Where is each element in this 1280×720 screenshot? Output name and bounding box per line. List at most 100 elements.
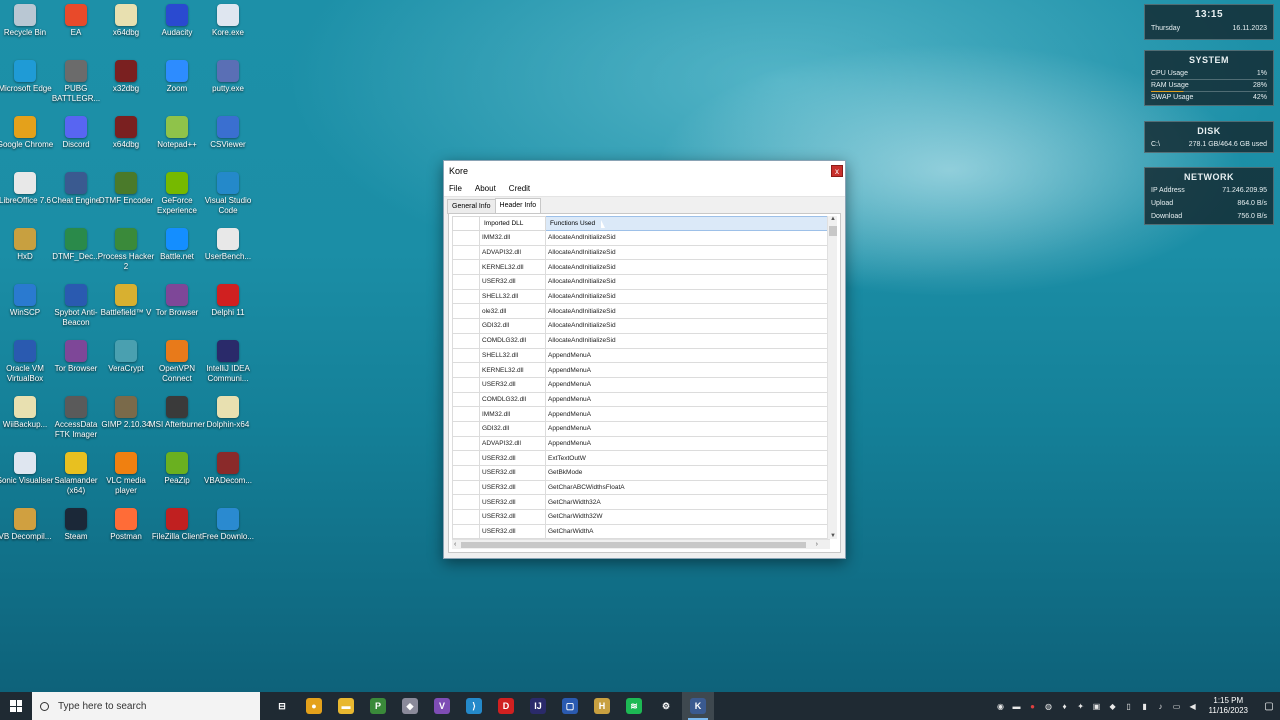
- vertical-scrollbar[interactable]: ▲ ▼: [827, 216, 837, 539]
- battery-tray-icon[interactable]: ▯: [1123, 702, 1135, 711]
- discord-tray-icon[interactable]: ◉: [995, 702, 1007, 711]
- desktop-icon[interactable]: UserBench...: [203, 228, 253, 282]
- taskbar-app[interactable]: H: [586, 692, 618, 720]
- table-row[interactable]: SHELL32.dll AllocateAndInitializeSid: [452, 288, 830, 305]
- desktop-icon[interactable]: VLC media player: [101, 452, 151, 506]
- cell-function-used[interactable]: AppendMenuA: [545, 376, 830, 393]
- taskbar-app[interactable]: ⊟: [266, 692, 298, 720]
- row-header[interactable]: [452, 288, 480, 305]
- desktop-icon[interactable]: HxD: [0, 228, 50, 282]
- table-row[interactable]: USER32.dll GetCharWidth32A: [452, 494, 830, 511]
- red-tray-icon[interactable]: ●: [1027, 702, 1039, 711]
- row-header[interactable]: [452, 303, 480, 320]
- taskbar-app[interactable]: ●: [298, 692, 330, 720]
- table-row[interactable]: USER32.dll ExtTextOutW: [452, 450, 830, 466]
- desktop-icon[interactable]: Battle.net: [152, 228, 202, 282]
- desktop-icon[interactable]: Tor Browser: [152, 284, 202, 338]
- desktop-icon[interactable]: PUBG BATTLEGR...: [51, 60, 101, 114]
- cell-function-used[interactable]: GetCharWidth32W: [545, 509, 830, 525]
- desktop-icon[interactable]: Microsoft Edge: [0, 60, 52, 114]
- cell-imported-dll[interactable]: USER32.dll: [479, 274, 546, 290]
- desktop-icon[interactable]: Cheat Engine: [51, 172, 101, 226]
- close-button[interactable]: x: [831, 165, 843, 177]
- desktop-icon[interactable]: GIMP 2.10.34: [101, 396, 151, 450]
- desktop-icon[interactable]: Discord: [51, 116, 101, 170]
- network-tray-icon[interactable]: ▭: [1171, 702, 1183, 711]
- desktop-icon[interactable]: DTMF_Dec...: [51, 228, 101, 282]
- row-header[interactable]: [452, 406, 480, 422]
- taskbar-app[interactable]: P: [362, 692, 394, 720]
- desktop-icon[interactable]: Spybot Anti-Beacon: [51, 284, 101, 338]
- cell-function-used[interactable]: AllocateAndInitializeSid: [545, 288, 830, 305]
- row-header[interactable]: [452, 479, 480, 496]
- cell-function-used[interactable]: GetCharWidth32A: [545, 494, 830, 511]
- cell-function-used[interactable]: AppendMenuA: [545, 420, 830, 437]
- table-row[interactable]: ole32.dll AllocateAndInitializeSid: [452, 303, 830, 320]
- row-header[interactable]: [452, 347, 480, 364]
- desktop-icon[interactable]: Audacity: [152, 4, 202, 58]
- taskbar-clock[interactable]: 1:15 PM 11/16/2023: [1209, 696, 1248, 716]
- cell-function-used[interactable]: AllocateAndInitializeSid: [545, 244, 830, 261]
- cell-imported-dll[interactable]: USER32.dll: [479, 450, 546, 466]
- start-button[interactable]: [0, 692, 32, 720]
- cell-function-used[interactable]: AppendMenuA: [545, 347, 830, 364]
- table-row[interactable]: COMDLG32.dll AllocateAndInitializeSid: [452, 332, 830, 349]
- table-row[interactable]: IMM32.dll AllocateAndInitializeSid: [452, 230, 830, 246]
- row-header[interactable]: [452, 523, 480, 539]
- desktop-icon[interactable]: Zoom: [152, 60, 202, 114]
- desktop-icon[interactable]: Postman: [101, 508, 151, 562]
- cell-imported-dll[interactable]: USER32.dll: [479, 465, 546, 481]
- row-header[interactable]: [452, 494, 480, 511]
- table-row[interactable]: IMM32.dll AppendMenuA: [452, 406, 830, 422]
- table-row[interactable]: USER32.dll AllocateAndInitializeSid: [452, 274, 830, 290]
- row-header[interactable]: [452, 465, 480, 481]
- desktop-icon[interactable]: x32dbg: [101, 60, 151, 114]
- desktop-icon[interactable]: PeaZip: [152, 452, 202, 506]
- cell-imported-dll[interactable]: SHELL32.dll: [479, 347, 546, 364]
- cell-imported-dll[interactable]: ADVAPI32.dll: [479, 244, 546, 261]
- cell-function-used[interactable]: AllocateAndInitializeSid: [545, 332, 830, 349]
- taskbar-app[interactable]: ▢: [554, 692, 586, 720]
- app-tray-icon[interactable]: ✦: [1075, 702, 1087, 711]
- imports-grid[interactable]: Imported DLL Functions Used IMM32.dll All…: [452, 216, 830, 539]
- desktop-icon[interactable]: Kore.exe: [203, 4, 253, 58]
- cell-imported-dll[interactable]: ole32.dll: [479, 303, 546, 320]
- mic-tray-icon[interactable]: ♪: [1155, 702, 1167, 711]
- desktop-icon[interactable]: LibreOffice 7.6: [0, 172, 51, 226]
- desktop-icon[interactable]: WiiBackup...: [0, 396, 50, 450]
- desktop-icon[interactable]: x64dbg: [101, 116, 151, 170]
- cell-function-used[interactable]: ExtTextOutW: [545, 450, 830, 466]
- drop-tray-icon[interactable]: ♦: [1059, 702, 1071, 711]
- vertical-scroll-thumb[interactable]: [829, 226, 837, 236]
- desktop-icon[interactable]: Visual Studio Code: [203, 172, 253, 226]
- cell-function-used[interactable]: AllocateAndInitializeSid: [545, 230, 830, 246]
- cell-imported-dll[interactable]: GDI32.dll: [479, 318, 546, 334]
- taskbar-app[interactable]: K: [682, 692, 714, 720]
- desktop-icon[interactable]: DTMF Encoder: [99, 172, 153, 226]
- desktop-icon[interactable]: OpenVPN Connect: [152, 340, 202, 394]
- row-header[interactable]: [452, 259, 480, 276]
- notifications-icon[interactable]: ▢: [1258, 701, 1280, 712]
- cell-imported-dll[interactable]: USER32.dll: [479, 523, 546, 539]
- table-row[interactable]: USER32.dll GetCharWidth32W: [452, 509, 830, 525]
- table-row[interactable]: USER32.dll AppendMenuA: [452, 376, 830, 393]
- taskbar-app[interactable]: V: [426, 692, 458, 720]
- cell-imported-dll[interactable]: COMDLG32.dll: [479, 332, 546, 349]
- table-row[interactable]: ADVAPI32.dll AllocateAndInitializeSid: [452, 244, 830, 261]
- desktop-icon[interactable]: Google Chrome: [0, 116, 53, 170]
- desktop-icon[interactable]: Free Downlo...: [202, 508, 254, 562]
- desktop-icon[interactable]: VB Decompil...: [0, 508, 51, 562]
- cell-imported-dll[interactable]: SHELL32.dll: [479, 288, 546, 305]
- taskbar-app[interactable]: ≋: [618, 692, 650, 720]
- menu-about[interactable]: About: [475, 184, 496, 193]
- tab-header-info[interactable]: Header Info: [494, 198, 542, 213]
- desktop-icon[interactable]: Steam: [51, 508, 101, 562]
- cell-imported-dll[interactable]: IMM32.dll: [479, 230, 546, 246]
- table-row[interactable]: KERNEL32.dll AppendMenuA: [452, 362, 830, 378]
- desktop-icon[interactable]: WinSCP: [0, 284, 50, 338]
- taskbar-app[interactable]: ⚙: [650, 692, 682, 720]
- taskbar-app[interactable]: IJ: [522, 692, 554, 720]
- horizontal-scrollbar[interactable]: ‹ ›: [452, 539, 830, 549]
- row-header[interactable]: [452, 450, 480, 466]
- table-row[interactable]: GDI32.dll AppendMenuA: [452, 420, 830, 437]
